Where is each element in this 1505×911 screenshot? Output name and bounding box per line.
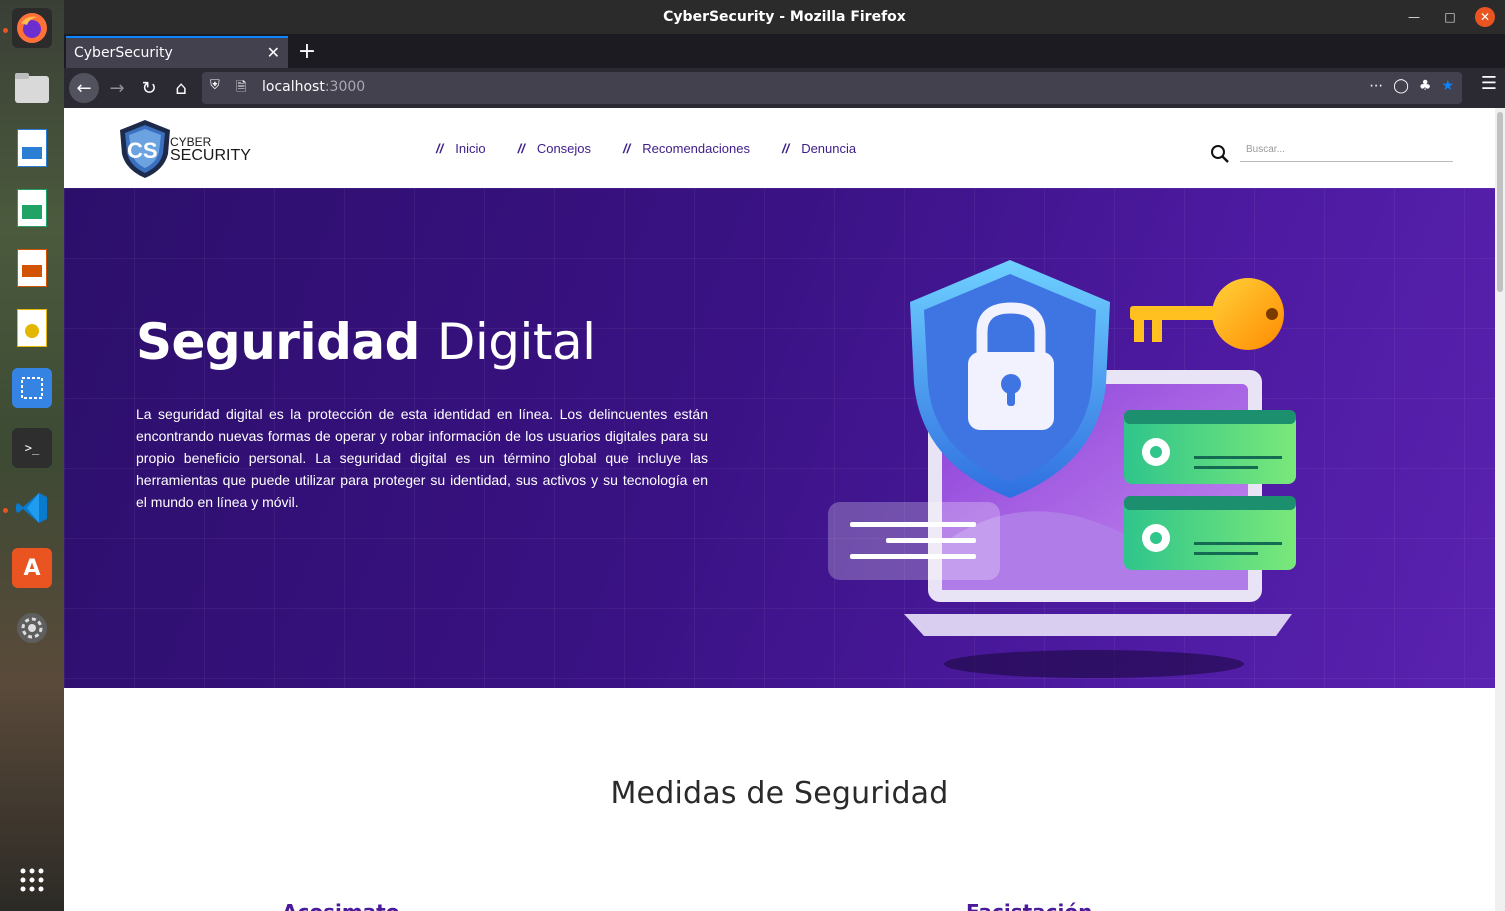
hero-section: Seguridad Digital La seguridad digital e… (64, 188, 1495, 688)
search-input[interactable] (1240, 138, 1453, 162)
scrollbar-thumb[interactable] (1497, 112, 1503, 292)
nav-consejos[interactable]: //Consejos (518, 141, 591, 156)
screenshot-icon[interactable] (12, 368, 52, 408)
shield-icon[interactable]: ⛨ (210, 78, 220, 93)
section-subheading-left: Acosimato (282, 900, 399, 911)
minimize-button[interactable]: — (1403, 6, 1425, 28)
vscode-icon[interactable] (12, 488, 52, 528)
apps-grid-icon[interactable] (12, 860, 52, 900)
logo-line2: SECURITY (170, 147, 251, 164)
search-icon[interactable] (1210, 144, 1230, 164)
page-actions-icon[interactable]: ⋯ (1369, 78, 1383, 94)
reload-button[interactable]: ↻ (134, 73, 164, 103)
nav-denuncia[interactable]: //Denuncia (782, 141, 856, 156)
back-button[interactable]: ← (69, 73, 99, 103)
terminal-icon[interactable]: >_ (12, 428, 52, 468)
window-titlebar: CyberSecurity - Mozilla Firefox — □ ✕ (64, 0, 1505, 34)
pocket-icon[interactable]: ◯ (1393, 78, 1409, 94)
tab-close-icon[interactable]: ✕ (267, 43, 280, 62)
main-menu: //Inicio //Consejos //Recomendaciones //… (436, 141, 856, 156)
tab-title: CyberSecurity (74, 45, 173, 61)
logo-initials: CS (127, 138, 158, 163)
url-text[interactable]: localhost:3000 (262, 79, 365, 95)
translate-icon[interactable]: ♣ (1419, 78, 1432, 94)
settings-icon[interactable] (12, 608, 52, 648)
running-indicator (3, 508, 8, 513)
ubuntu-dock: >_ A (0, 0, 64, 911)
calc-icon[interactable] (12, 188, 52, 228)
browser-tab[interactable]: CyberSecurity ✕ (66, 36, 288, 68)
site-logo[interactable]: CS CYBER SECURITY (114, 118, 254, 180)
nav-recomendaciones[interactable]: //Recomendaciones (623, 141, 750, 156)
hamburger-menu-icon[interactable]: ☰ (1481, 73, 1497, 94)
writer-icon[interactable] (12, 128, 52, 168)
software-icon[interactable]: A (12, 548, 52, 588)
tab-strip: CyberSecurity ✕ + (64, 34, 1505, 68)
impress-icon[interactable] (12, 248, 52, 288)
close-window-button[interactable]: ✕ (1475, 7, 1495, 27)
page-viewport: CS CYBER SECURITY //Inicio //Consejos //… (64, 108, 1505, 911)
bookmark-star-icon[interactable]: ★ (1441, 78, 1454, 94)
hero-description: La seguridad digital es la protección de… (136, 406, 708, 510)
window-title: CyberSecurity - Mozilla Firefox (663, 9, 906, 25)
section-title: Medidas de Seguridad (610, 776, 949, 811)
url-bar[interactable]: ⛨ 🗎 localhost:3000 ⋯ ◯ ♣ ★ (202, 72, 1462, 104)
page-scrollbar[interactable] (1495, 108, 1505, 911)
maximize-button[interactable]: □ (1439, 6, 1461, 28)
site-header: CS CYBER SECURITY //Inicio //Consejos //… (64, 108, 1495, 188)
security-illustration (828, 260, 1296, 678)
files-icon[interactable] (12, 68, 52, 108)
hero-title: Seguridad Digital (136, 313, 596, 371)
page-icon: 🗎 (236, 80, 247, 95)
running-indicator (3, 28, 8, 33)
home-button[interactable]: ⌂ (166, 73, 196, 103)
navigation-toolbar: ← → ↻ ⌂ ⛨ 🗎 localhost:3000 ⋯ ◯ ♣ ★ ☰ (64, 68, 1505, 108)
firefox-icon[interactable] (12, 8, 52, 48)
section-subheading-right: Facistación (966, 900, 1092, 911)
draw-icon[interactable] (12, 308, 52, 348)
nav-inicio[interactable]: //Inicio (436, 141, 486, 156)
forward-button[interactable]: → (102, 73, 132, 103)
new-tab-button[interactable]: + (294, 38, 320, 64)
